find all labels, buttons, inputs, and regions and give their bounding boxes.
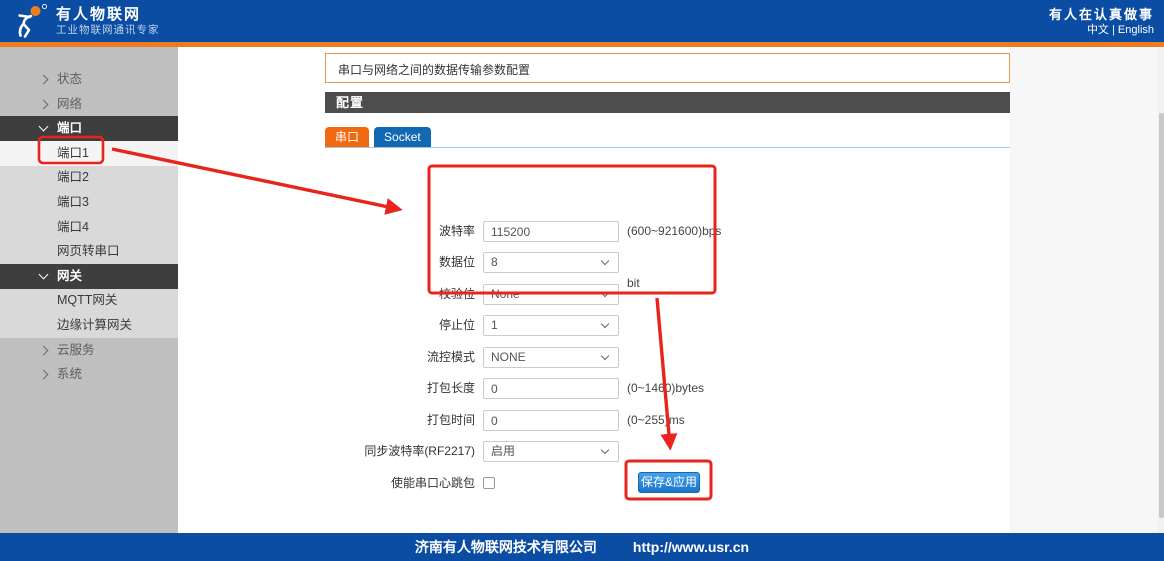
select-value: 1 (491, 318, 498, 332)
sidebar-item-mqtt-gateway[interactable]: MQTT网关 (0, 288, 178, 313)
chevron-down-icon (601, 257, 609, 265)
field-label: 同步波特率(RF2217) (338, 441, 475, 462)
field-hint: (0~255)ms (627, 410, 685, 431)
lang-zh-link[interactable]: 中文 (1087, 24, 1109, 36)
sidebar-item-gateway[interactable]: 网关 (0, 264, 178, 289)
chevron-right-icon (39, 100, 49, 110)
sidebar-item-label: 网关 (57, 264, 82, 289)
field-hint: (600~921600)bps (627, 221, 721, 242)
page-description: 串口与网络之间的数据传输参数配置 (338, 63, 530, 77)
footer-company: 济南有人物联网技术有限公司 (415, 537, 597, 557)
sidebar-item-label: 端口 (57, 116, 82, 141)
field-label: 数据位 (338, 252, 475, 273)
header-right: 有人在认真做事 中文 | English (1049, 6, 1154, 38)
field-label: 使能串口心跳包 (338, 473, 475, 494)
field-label: 校验位 (338, 284, 475, 305)
sidebar-item-label: 状态 (57, 67, 82, 92)
sidebar-item-label: 网页转串口 (57, 239, 120, 264)
sidebar-item-label: MQTT网关 (57, 288, 117, 313)
sidebar-item-network[interactable]: 网络 (0, 92, 178, 117)
sidebar-item-web-to-serial[interactable]: 网页转串口 (0, 239, 178, 264)
page-footer: 济南有人物联网技术有限公司 http://www.usr.cn (0, 533, 1164, 561)
stop-bits-select[interactable]: 1 (483, 315, 619, 336)
sidebar-item-status[interactable]: 状态 (0, 67, 178, 92)
pack-length-input[interactable] (483, 378, 619, 399)
chevron-right-icon (39, 75, 49, 85)
select-value: None (491, 287, 520, 301)
chevron-right-icon (39, 346, 49, 356)
chevron-down-icon (39, 122, 49, 132)
lang-separator: | (1112, 24, 1115, 36)
section-title-bar: 配置 (325, 92, 1010, 113)
select-value: 启用 (491, 444, 515, 458)
save-apply-button[interactable]: 保存&应用 (638, 472, 700, 493)
serial-heartbeat-checkbox[interactable] (483, 477, 495, 489)
field-hint: (0~1460)bytes (627, 378, 704, 399)
sidebar-nav: 状态 网络 端口 端口1 端口2 端口3 端口4 网页转串口 网关 MQTT网关… (0, 47, 178, 533)
field-label: 波特率 (338, 221, 475, 242)
form-row-data-bits: 数据位 8 bit (178, 252, 314, 273)
field-label: 流控模式 (338, 347, 475, 368)
flow-control-select[interactable]: NONE (483, 347, 619, 368)
app-header: 有人物联网 工业物联网通讯专家 有人在认真做事 中文 | English (0, 0, 1164, 42)
sidebar-item-label: 端口2 (57, 165, 89, 190)
field-label: 停止位 (338, 315, 475, 336)
footer-url-link[interactable]: http://www.usr.cn (633, 539, 749, 555)
chevron-down-icon (601, 352, 609, 360)
sidebar-item-port3[interactable]: 端口3 (0, 190, 178, 215)
select-value: NONE (491, 350, 526, 364)
sidebar-item-port2[interactable]: 端口2 (0, 165, 178, 190)
sidebar-item-system[interactable]: 系统 (0, 362, 178, 387)
sidebar-item-port4[interactable]: 端口4 (0, 215, 178, 240)
sync-baud-select[interactable]: 启用 (483, 441, 619, 462)
section-title: 配置 (336, 95, 364, 110)
sidebar-item-ports[interactable]: 端口 (0, 116, 178, 141)
sidebar-item-label: 端口4 (57, 215, 89, 240)
field-label: 打包时间 (338, 410, 475, 431)
form-row-sync-baud: 同步波特率(RF2217) 启用 (178, 441, 314, 462)
sidebar-item-label: 网络 (57, 92, 82, 117)
usr-logo-icon (14, 3, 50, 39)
tab-serial[interactable]: 串口 (325, 127, 369, 147)
data-bits-select[interactable]: 8 (483, 252, 619, 273)
tab-bar: 串口 Socket (325, 127, 431, 147)
content-gutter (1010, 47, 1164, 533)
header-slogan: 有人在认真做事 (1049, 6, 1154, 23)
sidebar-item-label: 边缘计算网关 (57, 313, 132, 338)
form-row-parity: 校验位 None (178, 284, 314, 305)
select-value: 8 (491, 255, 498, 269)
sidebar-item-cloud[interactable]: 云服务 (0, 338, 178, 363)
chevron-down-icon (39, 270, 49, 280)
sidebar-item-edge-gateway[interactable]: 边缘计算网关 (0, 313, 178, 338)
lang-en-link[interactable]: English (1118, 24, 1154, 36)
baud-rate-input[interactable] (483, 221, 619, 242)
field-label: 打包长度 (338, 378, 475, 399)
brand-title: 有人物联网 (56, 6, 160, 24)
sidebar-item-label: 云服务 (57, 338, 95, 363)
chevron-down-icon (601, 446, 609, 454)
field-hint: bit (627, 273, 640, 294)
sidebar-item-port1[interactable]: 端口1 (0, 141, 178, 166)
scrollbar-thumb[interactable] (1159, 113, 1164, 518)
parity-select[interactable]: None (483, 284, 619, 305)
sidebar-item-label: 系统 (57, 362, 82, 387)
language-switcher: 中文 | English (1049, 23, 1154, 38)
form-row-stop-bits: 停止位 1 (178, 315, 314, 336)
tab-underline (325, 147, 1010, 149)
brand-subtitle: 工业物联网通讯专家 (56, 24, 160, 37)
tab-socket[interactable]: Socket (374, 127, 431, 147)
chevron-down-icon (601, 289, 609, 297)
sidebar-item-label: 端口1 (57, 141, 89, 166)
chevron-down-icon (601, 320, 609, 328)
page-description-box: 串口与网络之间的数据传输参数配置 (325, 53, 1010, 83)
form-row-flow-control: 流控模式 NONE (178, 347, 314, 368)
sidebar-item-label: 端口3 (57, 190, 89, 215)
chevron-right-icon (39, 370, 49, 380)
pack-time-input[interactable] (483, 410, 619, 431)
main-content: 串口与网络之间的数据传输参数配置 配置 串口 Socket 波特率 (600~9… (178, 47, 1010, 533)
brand-block: 有人物联网 工业物联网通讯专家 (56, 6, 160, 37)
